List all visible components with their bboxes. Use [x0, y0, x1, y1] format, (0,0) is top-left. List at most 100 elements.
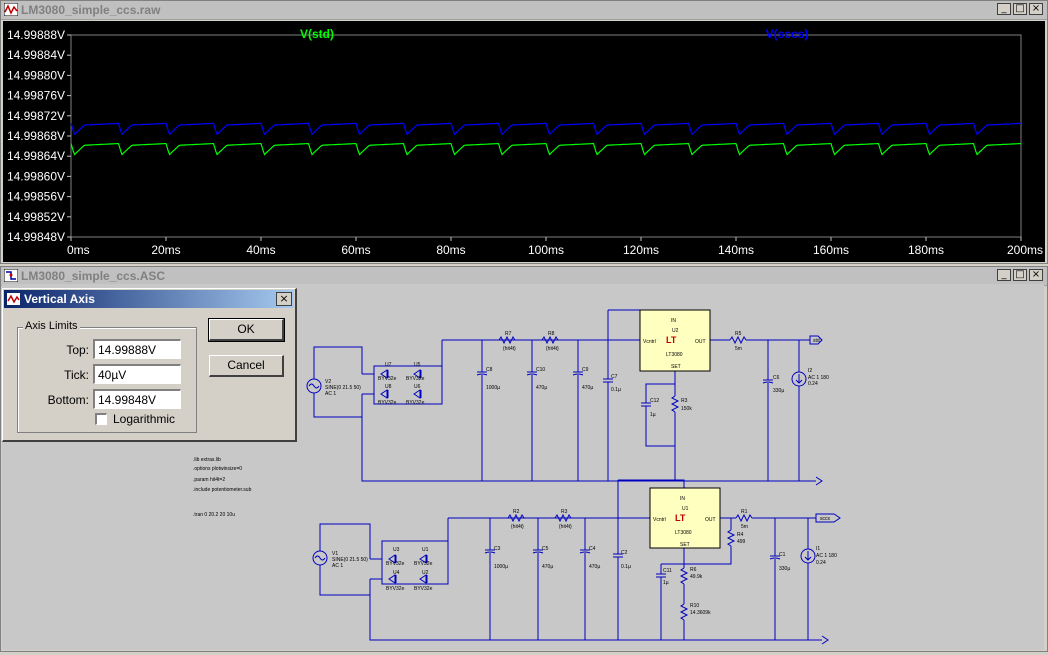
waveform-plot[interactable]: 14.99888V 14.99884V 14.99880V 14.99876V 14.9…	[3, 21, 1045, 262]
x-tick-label: 20ms	[151, 243, 180, 257]
dialog-titlebar[interactable]: Vertical Axis ×	[4, 290, 294, 308]
svg-text:U1: U1	[422, 547, 429, 553]
cancel-button[interactable]: Cancel	[209, 355, 284, 377]
bottom-regulator[interactable]: IN Vcntrl OUT SET U1 LT LT3080	[649, 487, 721, 549]
close-button[interactable]: ×	[1029, 269, 1043, 281]
svg-text:1µ: 1µ	[650, 412, 656, 418]
svg-text:330µ: 330µ	[773, 388, 784, 394]
svg-text:U4: U4	[393, 570, 400, 576]
x-tick-label: 160ms	[813, 243, 849, 257]
top-regulator[interactable]: IN Vcntrl OUT SET U2 LT LT3080	[639, 309, 711, 372]
minimize-button[interactable]: _	[997, 269, 1011, 281]
dialog-close-button[interactable]: ×	[276, 292, 292, 306]
svg-text:C1: C1	[779, 552, 786, 558]
svg-text:U8: U8	[385, 384, 392, 390]
lt-logo-icon: LT	[666, 335, 677, 345]
svg-text:330µ: 330µ	[779, 566, 790, 572]
svg-text:470µ: 470µ	[582, 385, 593, 391]
svg-text:C6: C6	[773, 375, 780, 381]
resistor-r5[interactable]	[729, 335, 747, 345]
svg-text:std: std	[813, 338, 820, 344]
x-tick-label: 140ms	[718, 243, 754, 257]
svg-text:BYV32e: BYV32e	[386, 586, 405, 592]
svg-text:U6: U6	[414, 384, 421, 390]
svg-text:BYV32e: BYV32e	[378, 400, 397, 406]
plot-window[interactable]: LM3080_simple_ccs.raw _ □ × 14.99888V 14.…	[0, 0, 1048, 264]
vertical-axis-dialog[interactable]: Vertical Axis × Axis Limits Top: Tick: B…	[2, 288, 297, 442]
svg-text:14.3609k: 14.3609k	[690, 610, 711, 616]
x-tick-label: 120ms	[623, 243, 659, 257]
svg-text:Vcntrl: Vcntrl	[653, 517, 666, 523]
x-tick-label: 80ms	[436, 243, 465, 257]
x-tick-label: 40ms	[246, 243, 275, 257]
resistor-r1[interactable]	[735, 513, 753, 523]
trace-label[interactable]: V(sccs)	[766, 27, 809, 41]
ok-button[interactable]: OK	[208, 318, 285, 342]
directive-tran: .tran 0 20.2 20 10u	[193, 512, 235, 518]
svg-text:C8: C8	[486, 367, 493, 373]
svg-text:R3: R3	[561, 509, 568, 515]
svg-text:{hit4t}: {hit4t}	[503, 346, 516, 352]
svg-text:I2: I2	[808, 368, 812, 374]
trace-vsccs[interactable]	[70, 122, 1021, 136]
schematic-icon	[4, 269, 18, 282]
resistor-r6[interactable]	[679, 567, 689, 585]
svg-text:R8: R8	[548, 331, 555, 337]
resistor-r3[interactable]	[670, 395, 680, 413]
svg-text:5m: 5m	[741, 524, 748, 530]
svg-text:C12: C12	[650, 398, 659, 404]
svg-text:1000µ: 1000µ	[486, 385, 500, 391]
svg-text:C9: C9	[582, 367, 589, 373]
svg-text:499: 499	[737, 539, 746, 545]
diode-u6[interactable]	[413, 389, 422, 399]
y-tick-label: 14.99852V	[7, 210, 65, 224]
maximize-button[interactable]: □	[1013, 3, 1027, 15]
top-circuit[interactable]	[306, 309, 823, 486]
svg-text:sccs: sccs	[820, 516, 831, 522]
svg-text:0.24: 0.24	[808, 381, 818, 387]
top-input[interactable]	[93, 339, 181, 359]
resistor-r4[interactable]	[726, 529, 736, 547]
bottom-label: Bottom:	[47, 393, 89, 407]
svg-text:C5: C5	[542, 546, 549, 552]
directive-param: .param hit4t=2	[193, 477, 225, 483]
trace-label[interactable]: V(std)	[300, 27, 334, 41]
diode-u2[interactable]	[419, 574, 428, 584]
minimize-button[interactable]: _	[997, 3, 1011, 15]
plot-window-titlebar[interactable]: LM3080_simple_ccs.raw _ □ ×	[1, 1, 1047, 20]
logarithmic-checkbox[interactable]	[95, 413, 107, 425]
maximize-button[interactable]: □	[1013, 269, 1027, 281]
svg-text:U7: U7	[385, 362, 392, 368]
svg-text:BYV32e: BYV32e	[406, 376, 425, 382]
svg-text:C2: C2	[621, 550, 628, 556]
bottom-input[interactable]	[93, 389, 181, 409]
svg-text:BYV32e: BYV32e	[414, 586, 433, 592]
capacitor-c11[interactable]	[656, 573, 666, 578]
resistor-r10[interactable]	[679, 603, 689, 621]
axis-limits-label: Axis Limits	[23, 320, 80, 332]
svg-text:R1: R1	[741, 509, 748, 515]
diode-u4[interactable]	[388, 574, 397, 584]
diode-u8[interactable]	[380, 389, 389, 399]
svg-text:{hit4t}: {hit4t}	[511, 524, 524, 530]
svg-text:0.1µ: 0.1µ	[621, 564, 631, 570]
waveform-chart[interactable]: 14.99888V 14.99884V 14.99880V 14.99876V 14.9…	[3, 21, 1045, 262]
directives: .lib extras.lib .options plotwinsize=0 .…	[193, 457, 252, 518]
svg-text:470µ: 470µ	[589, 564, 600, 570]
dialog-title: Vertical Axis	[24, 292, 95, 306]
svg-text:R10: R10	[690, 603, 699, 609]
svg-text:R4: R4	[737, 532, 744, 538]
directive-include: .include potentiometer.sub	[193, 487, 252, 493]
svg-text:BYV32e: BYV32e	[386, 561, 405, 567]
x-tick-label: 0ms	[67, 243, 90, 257]
reg-ref: U2	[672, 328, 679, 334]
y-tick-label: 14.99868V	[7, 129, 65, 143]
svg-text:IN: IN	[680, 496, 685, 502]
y-tick-label: 14.99884V	[7, 48, 65, 62]
close-button[interactable]: ×	[1029, 3, 1043, 15]
svg-text:49.9k: 49.9k	[690, 574, 703, 580]
y-tick-label: 14.99856V	[7, 190, 65, 204]
trace-vstd[interactable]	[70, 142, 1021, 156]
tick-input[interactable]	[93, 364, 181, 384]
svg-text:5m: 5m	[735, 346, 742, 352]
